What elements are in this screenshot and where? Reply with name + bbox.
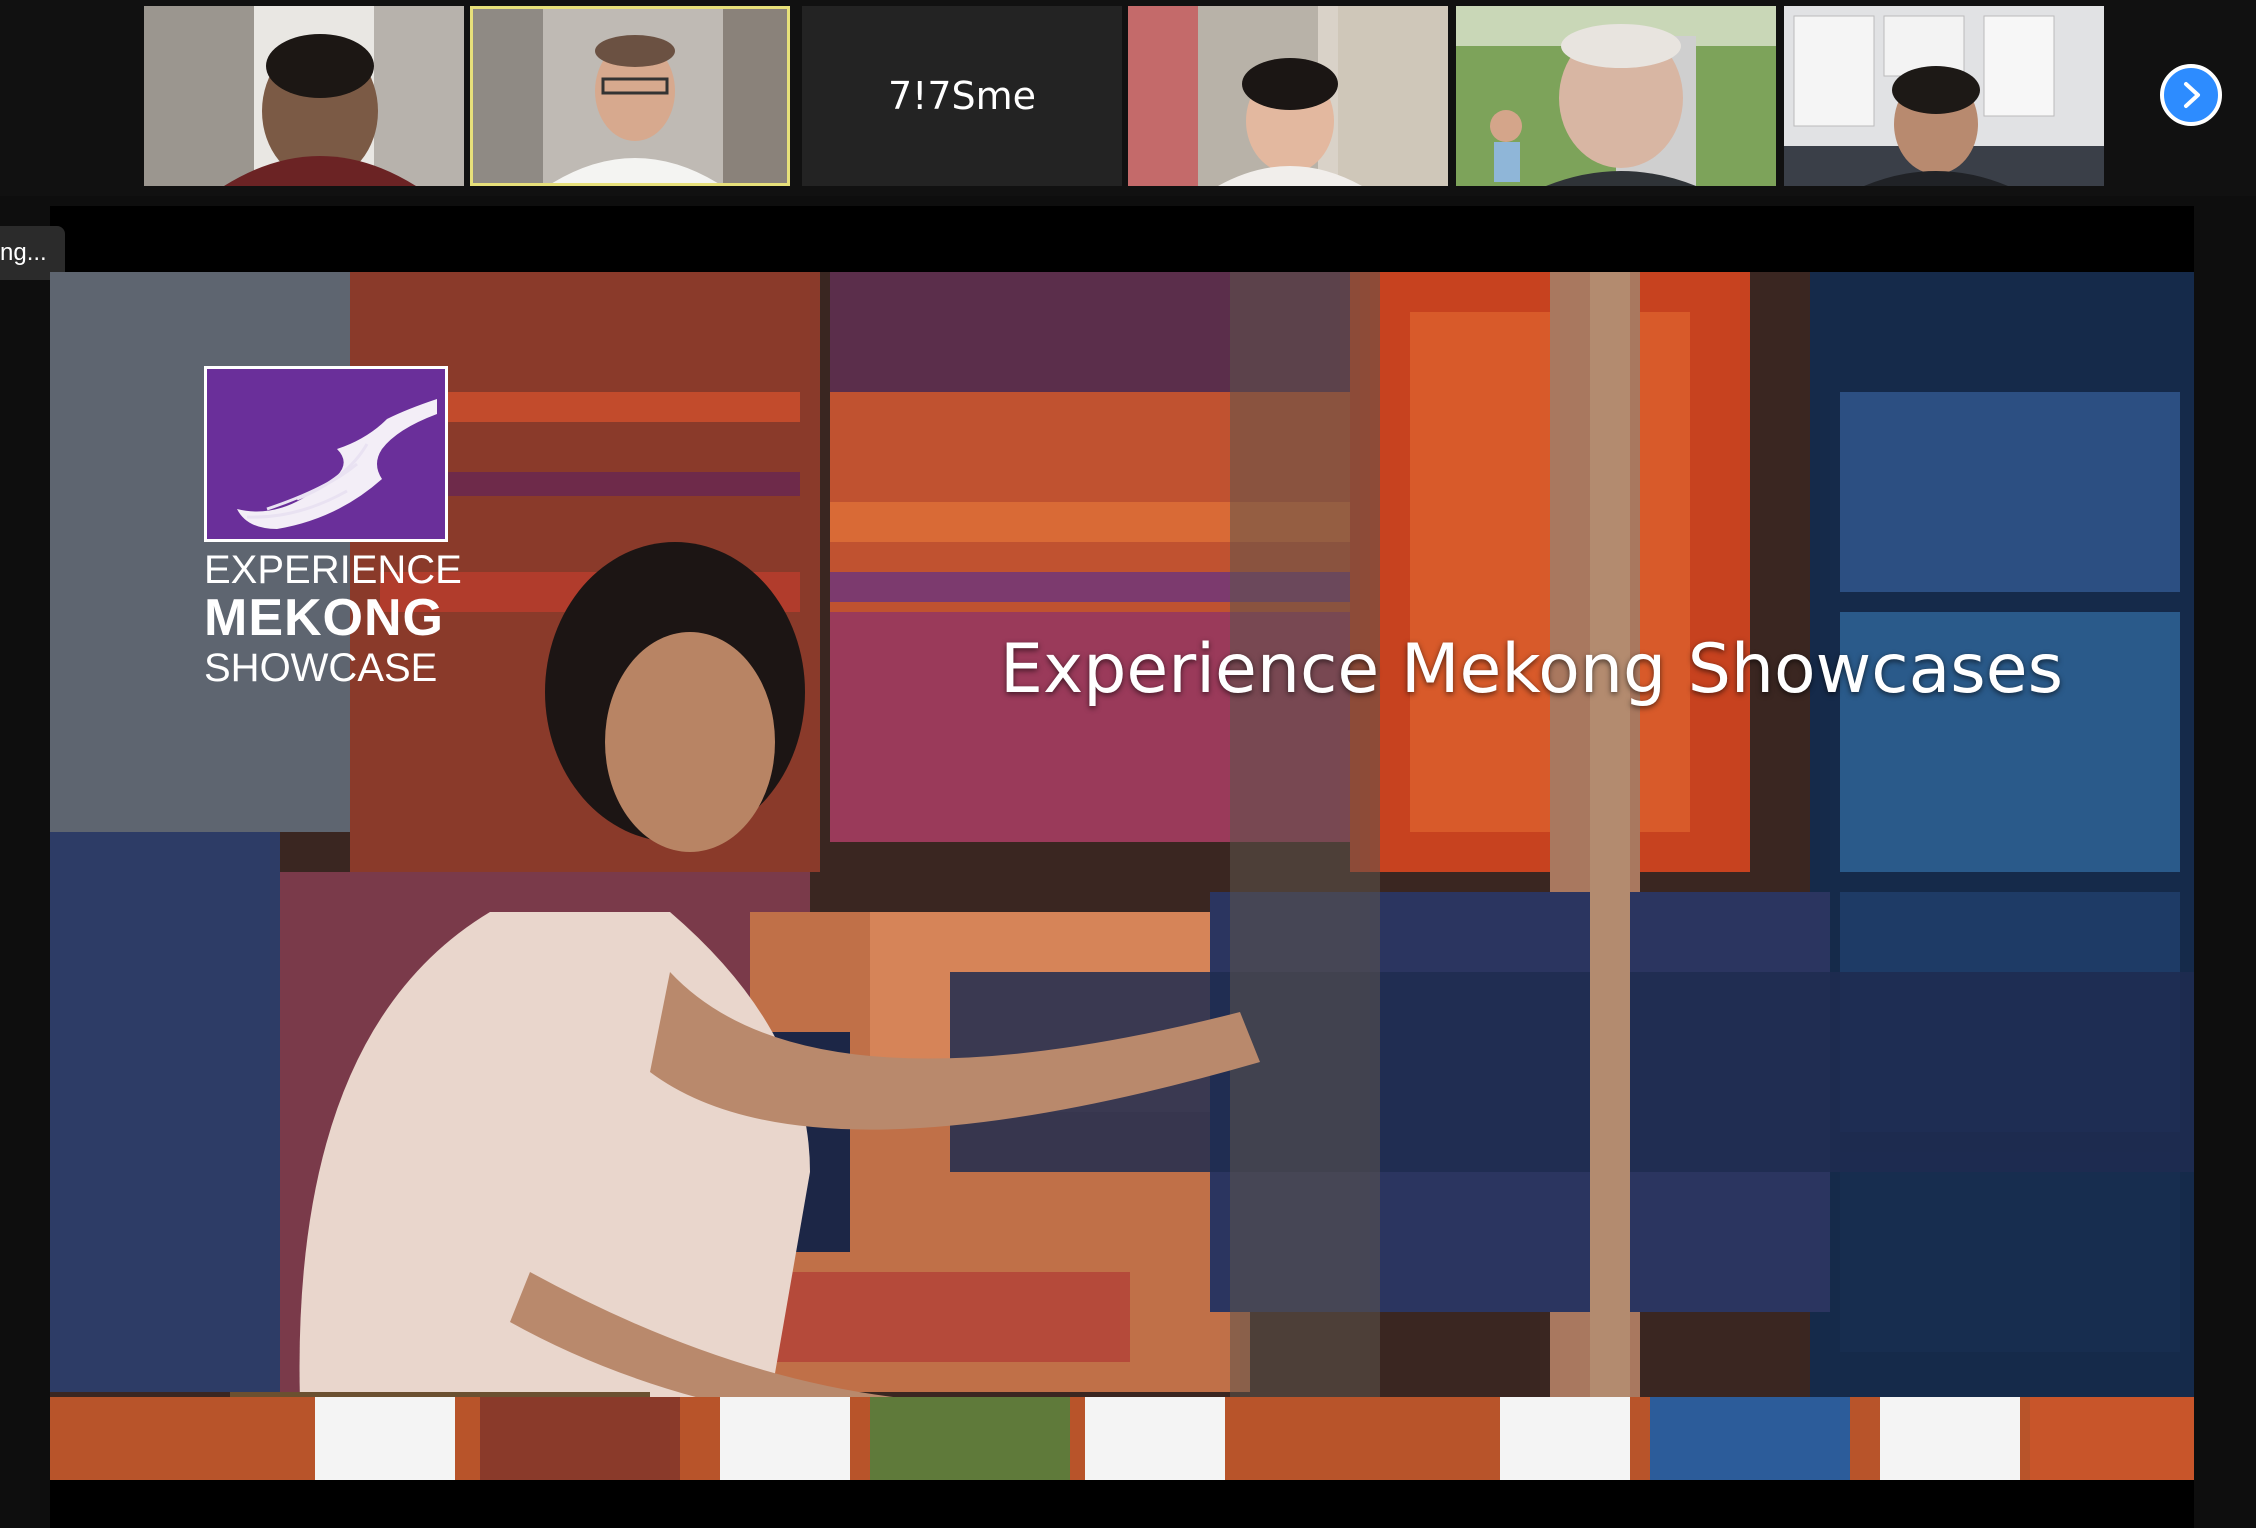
participant-video [473, 9, 787, 183]
next-page-button[interactable] [2160, 64, 2222, 126]
slide-title: Experience Mekong Showcases [1000, 630, 2063, 709]
participant-video-tile[interactable] [1784, 6, 2104, 186]
chevron-right-icon [2184, 82, 2200, 108]
share-status-text: ng... [0, 239, 47, 266]
participant-video [1784, 6, 2104, 186]
logo-wordmark: EXPERIENCE MEKONG SHOWCASE [204, 550, 462, 688]
participant-video-tile[interactable] [1128, 6, 1448, 186]
mekong-river-logo-icon [237, 399, 437, 529]
participant-name: 7!7Sme [887, 74, 1037, 118]
participant-video [144, 6, 464, 186]
participant-video [1128, 6, 1448, 186]
logo-line-1: EXPERIENCE [204, 548, 462, 592]
experience-mekong-logo [204, 366, 448, 542]
shared-slide: EXPERIENCE MEKONG SHOWCASE Experience Me… [50, 272, 2194, 1480]
logo-line-3: SHOWCASE [204, 646, 438, 690]
participant-video-tile-active[interactable] [470, 6, 790, 186]
participant-video-tile[interactable] [144, 6, 464, 186]
participant-video-tile[interactable] [1456, 6, 1776, 186]
logo-line-2: MEKONG [204, 589, 444, 647]
participant-video [1456, 6, 1776, 186]
gallery-strip: 7!7Sme [0, 0, 2256, 196]
participant-name-tile[interactable]: 7!7Sme [802, 6, 1122, 186]
